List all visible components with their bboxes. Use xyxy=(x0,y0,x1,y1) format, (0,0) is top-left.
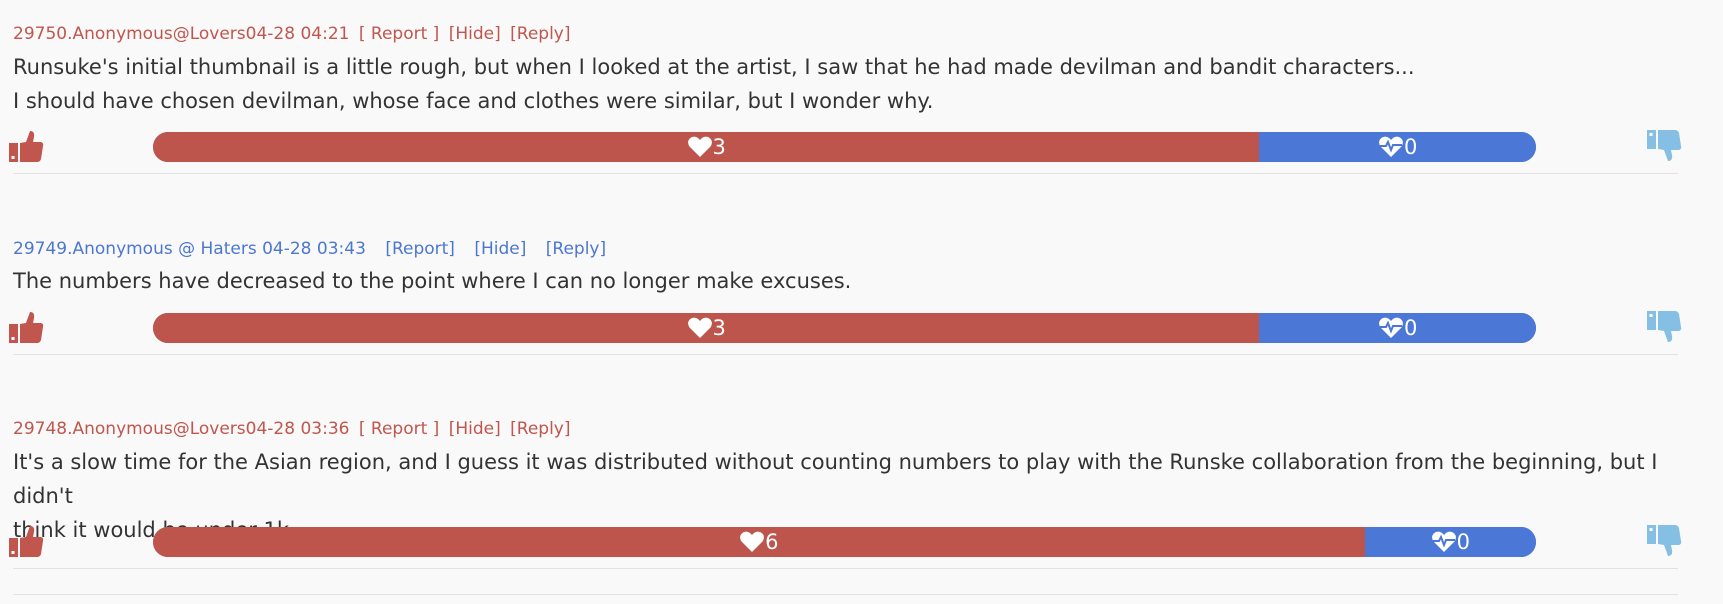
dislike-segment[interactable]: 0 xyxy=(1364,527,1536,557)
hide-link[interactable]: [Hide] xyxy=(449,24,501,44)
hide-link[interactable]: [Hide] xyxy=(449,419,501,439)
thumbs-down-icon[interactable] xyxy=(1646,128,1682,164)
like-segment[interactable]: 3 xyxy=(153,132,1260,162)
divider xyxy=(13,173,1678,174)
like-segment[interactable]: 6 xyxy=(153,527,1365,557)
comment-header: 29748.Anonymous@Lovers04-28 03:36 xyxy=(13,419,350,439)
comment-body: Runsuke's initial thumbnail is a little … xyxy=(13,50,1693,118)
comment-line: The numbers have decreased to the point … xyxy=(13,269,852,293)
thumbs-up-icon[interactable] xyxy=(8,523,44,559)
heart-icon xyxy=(740,531,765,552)
broken-heart-icon xyxy=(1379,317,1403,338)
dislike-count: 0 xyxy=(1404,135,1418,159)
comment-meta: 29748.Anonymous@Lovers04-28 03:36 [ Repo… xyxy=(13,419,571,439)
report-link[interactable]: [ Report ] xyxy=(359,24,439,44)
reply-link[interactable]: [Reply] xyxy=(510,24,570,44)
heart-icon xyxy=(687,317,712,338)
thumbs-down-icon[interactable] xyxy=(1646,523,1682,559)
comment-body: The numbers have decreased to the point … xyxy=(13,264,1693,298)
vote-bar: 3 0 xyxy=(153,132,1536,162)
comment-line: Runsuke's initial thumbnail is a little … xyxy=(13,55,1415,79)
comment-line: It's a slow time for the Asian region, a… xyxy=(13,450,1658,508)
thumbs-up-icon[interactable] xyxy=(8,128,44,164)
dislike-segment[interactable]: 0 xyxy=(1259,132,1536,162)
like-segment[interactable]: 3 xyxy=(153,313,1260,343)
broken-heart-icon xyxy=(1431,531,1456,552)
broken-heart-icon xyxy=(1379,136,1403,157)
divider xyxy=(13,568,1678,569)
reply-link[interactable]: [Reply] xyxy=(510,419,570,439)
comment-meta: 29749.Anonymous @ Haters 04-28 03:43 [Re… xyxy=(13,239,606,259)
thumbs-down-icon[interactable] xyxy=(1646,309,1682,345)
comment-line: I should have chosen devilman, whose fac… xyxy=(13,89,934,113)
comment-header: 29749.Anonymous @ Haters 04-28 03:43 xyxy=(13,239,366,259)
reply-link[interactable]: [Reply] xyxy=(546,239,606,259)
hide-link[interactable]: [Hide] xyxy=(474,239,526,259)
thumbs-up-icon[interactable] xyxy=(8,309,44,345)
vote-row: 3 0 xyxy=(0,309,1723,349)
divider xyxy=(13,354,1678,355)
vote-row: 3 0 xyxy=(0,128,1723,168)
dislike-count: 0 xyxy=(1456,530,1470,554)
heart-icon xyxy=(687,136,712,157)
like-count: 6 xyxy=(765,530,779,554)
report-link[interactable]: [ Report ] xyxy=(359,419,439,439)
like-count: 3 xyxy=(712,135,726,159)
comment-header: 29750.Anonymous@Lovers04-28 04:21 xyxy=(13,24,350,44)
vote-row: 6 0 xyxy=(0,523,1723,563)
vote-bar: 3 0 xyxy=(153,313,1536,343)
comment-meta: 29750.Anonymous@Lovers04-28 04:21 [ Repo… xyxy=(13,24,571,44)
dislike-count: 0 xyxy=(1404,316,1418,340)
like-count: 3 xyxy=(712,316,726,340)
dislike-segment[interactable]: 0 xyxy=(1259,313,1536,343)
report-link[interactable]: [Report] xyxy=(385,239,455,259)
vote-bar: 6 0 xyxy=(153,527,1536,557)
divider xyxy=(13,594,1678,595)
